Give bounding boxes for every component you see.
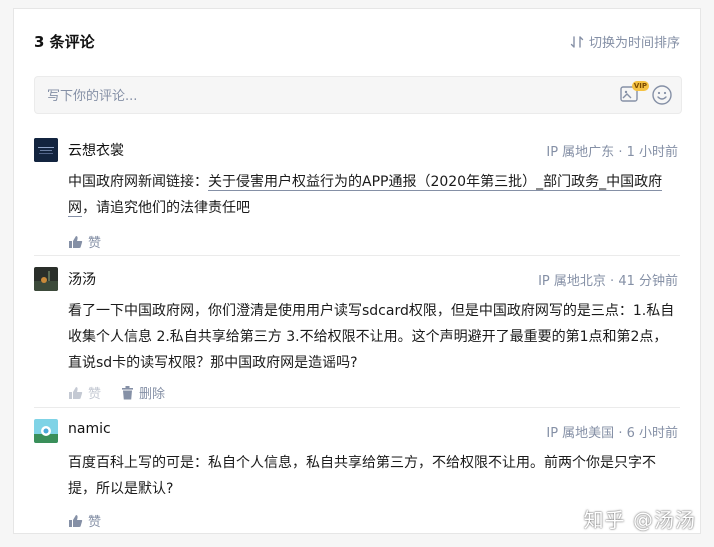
- comment-author[interactable]: 汤汤: [68, 269, 96, 289]
- avatar[interactable]: [34, 138, 58, 162]
- thumbs-up-icon: [69, 514, 83, 527]
- comment-time: 6 小时前: [626, 426, 678, 441]
- like-button[interactable]: 赞: [68, 232, 101, 251]
- comment-time: 1 小时前: [626, 145, 678, 160]
- delete-button[interactable]: 删除: [121, 383, 165, 402]
- sort-label: 切换为时间排序: [588, 36, 680, 51]
- avatar[interactable]: [34, 267, 58, 291]
- comment-text-suffix: ，请追究他们的法律责任吧: [82, 200, 250, 216]
- vip-badge: VIP: [631, 81, 649, 91]
- avatar[interactable]: [34, 419, 58, 443]
- comments-panel: 3 条评论 切换为时间排序 VIP: [13, 8, 701, 534]
- comment-input[interactable]: [35, 77, 619, 115]
- delete-label: 删除: [139, 387, 166, 402]
- comment-text: 百度百科上写的可是：私自个人信息，私自共享给第三方，不给权限不让用。前两个你是只…: [68, 455, 656, 497]
- comment-item: 云想衣裳 IP 属地广东 · 1 小时前 中国政府网新闻链接：关于侵害用户权益行…: [34, 138, 680, 251]
- divider: [34, 255, 680, 256]
- ip-location: IP 属地北京: [538, 274, 606, 289]
- comment-text-prefix: 中国政府网新闻链接：: [68, 174, 208, 190]
- like-label: 赞: [88, 515, 102, 530]
- like-button[interactable]: 赞: [68, 383, 101, 402]
- comment-time: 41 分钟前: [618, 274, 678, 289]
- comments-header: 3 条评论 切换为时间排序: [34, 31, 680, 53]
- vip-sticker-button[interactable]: VIP: [619, 81, 649, 107]
- trash-icon: [122, 385, 134, 399]
- comment-meta: IP 属地广东 · 1 小时前: [546, 145, 678, 160]
- comment-count: 3 条评论: [34, 33, 95, 51]
- ip-location: IP 属地美国: [546, 426, 615, 441]
- thumbs-up-icon: [69, 235, 83, 248]
- watermark: 知乎 @汤汤: [583, 508, 696, 532]
- comment-author[interactable]: 云想衣裳: [68, 140, 124, 160]
- emoji-icon[interactable]: [651, 84, 673, 106]
- comment-author[interactable]: namic: [68, 421, 111, 437]
- like-label: 赞: [88, 387, 102, 402]
- sort-icon: [570, 35, 584, 48]
- comment-text: 看了一下中国政府网，你们澄清是使用用户读写sdcard权限，但是中国政府网写的是…: [68, 303, 675, 371]
- ip-location: IP 属地广东: [546, 145, 615, 160]
- comment-text: 中国政府网新闻链接：关于侵害用户权益行为的APP通报（2020年第三批）_部门政…: [68, 169, 676, 221]
- divider: [34, 407, 680, 408]
- like-button[interactable]: 赞: [68, 511, 101, 530]
- comment-meta: IP 属地美国 · 6 小时前: [546, 426, 678, 441]
- thumbs-up-icon: [69, 386, 83, 399]
- like-label: 赞: [88, 236, 102, 251]
- comment-input-box: VIP: [34, 76, 682, 115]
- comment-meta: IP 属地北京 · 41 分钟前: [538, 274, 678, 289]
- comment-item: 汤汤 IP 属地北京 · 41 分钟前 看了一下中国政府网，你们澄清是使用用户读…: [34, 267, 680, 402]
- sort-toggle-button[interactable]: 切换为时间排序: [570, 32, 680, 51]
